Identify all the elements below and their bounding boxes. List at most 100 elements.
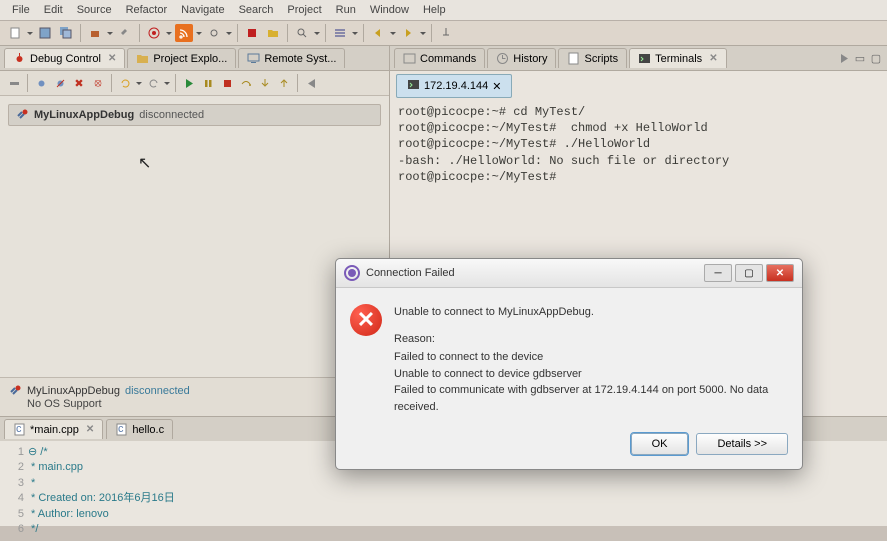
commands-icon [403, 52, 416, 65]
menu-project[interactable]: Project [287, 4, 321, 16]
tab-label: *main.cpp [30, 424, 79, 436]
run-icon[interactable] [837, 51, 851, 65]
menu-help[interactable]: Help [423, 4, 446, 16]
dropdown-icon[interactable] [136, 74, 142, 92]
left-view-tabs: Debug Control ✕ Project Explo... Remote … [0, 46, 389, 71]
stop-icon[interactable] [243, 24, 261, 42]
pin-icon[interactable] [437, 24, 455, 42]
hammer-icon[interactable] [116, 24, 134, 42]
debug-tree: MyLinuxAppDebug disconnected [0, 96, 389, 377]
dropdown-icon[interactable] [314, 24, 320, 42]
debug-target-item[interactable]: MyLinuxAppDebug disconnected [8, 104, 381, 126]
menu-file[interactable]: File [12, 4, 30, 16]
target-icon[interactable] [145, 24, 163, 42]
reason-line: Failed to connect to the device [394, 349, 788, 366]
new-file-icon[interactable] [6, 24, 24, 42]
menu-edit[interactable]: Edit [44, 4, 63, 16]
remove-all-icon[interactable]: ⦻ [90, 75, 106, 91]
terminal-icon [407, 78, 420, 94]
tab-terminals[interactable]: Terminals ✕ [629, 48, 726, 68]
dropdown-icon[interactable] [166, 24, 172, 42]
window-minimize-button[interactable]: ─ [704, 264, 732, 282]
tab-main-cpp[interactable]: c *main.cpp ✕ [4, 419, 103, 439]
dialog-heading: Unable to connect to MyLinuxAppDebug. [394, 304, 788, 321]
gear-icon[interactable] [205, 24, 223, 42]
tab-label: Scripts [584, 53, 618, 65]
tab-label: Terminals [655, 53, 702, 65]
minimize-view-icon[interactable]: ▭ [853, 51, 867, 65]
search-icon[interactable] [293, 24, 311, 42]
menu-navigate[interactable]: Navigate [181, 4, 224, 16]
restart-icon[interactable] [117, 75, 133, 91]
forward-icon[interactable] [399, 24, 417, 42]
tab-debug-control[interactable]: Debug Control ✕ [4, 48, 125, 68]
error-icon: ✕ [350, 304, 382, 336]
close-icon[interactable]: ✕ [709, 53, 717, 64]
breakpoint-icon[interactable] [33, 75, 49, 91]
status-name: MyLinuxAppDebug [27, 385, 120, 397]
monitor-icon [247, 52, 260, 65]
step-over-icon[interactable] [238, 75, 254, 91]
dropdown-icon[interactable] [27, 24, 33, 42]
save-icon[interactable] [36, 24, 54, 42]
remove-icon[interactable]: ✖ [71, 75, 87, 91]
tab-commands[interactable]: Commands [394, 48, 485, 68]
history-icon [496, 52, 509, 65]
dropdown-icon[interactable] [420, 24, 426, 42]
debug-toolbar: ✖ ⦻ [0, 71, 389, 96]
window-close-button[interactable]: ✕ [766, 264, 794, 282]
dialog-titlebar[interactable]: Connection Failed ─ ▢ ✕ [336, 259, 802, 288]
skip-icon[interactable] [52, 75, 68, 91]
tab-scripts[interactable]: Scripts [558, 48, 627, 68]
pause-icon[interactable] [200, 75, 216, 91]
reason-label: Reason: [394, 331, 788, 348]
collapse-icon[interactable] [6, 75, 22, 91]
tab-project-explorer[interactable]: Project Explo... [127, 48, 236, 68]
window-maximize-button[interactable]: ▢ [735, 264, 763, 282]
save-all-icon[interactable] [57, 24, 75, 42]
dropdown-icon[interactable] [390, 24, 396, 42]
menu-run[interactable]: Run [336, 4, 356, 16]
reset-icon[interactable] [145, 75, 161, 91]
build-icon[interactable] [86, 24, 104, 42]
reason-line: Failed to communicate with gdbserver at … [394, 382, 788, 415]
tab-remote-systems[interactable]: Remote Syst... [238, 48, 345, 68]
cpp-file-icon: c [13, 423, 26, 436]
close-icon[interactable]: ✕ [108, 53, 116, 64]
disconnected-icon [15, 108, 29, 122]
right-view-tabs: Commands History Scripts Terminals ✕ ▭ ▢ [390, 46, 887, 71]
folder-open-icon[interactable] [264, 24, 282, 42]
stop-icon[interactable] [219, 75, 235, 91]
tab-label: Debug Control [30, 53, 101, 65]
play-icon[interactable] [181, 75, 197, 91]
close-icon[interactable]: ✕ [492, 80, 501, 93]
main-toolbar [0, 21, 887, 46]
menu-refactor[interactable]: Refactor [126, 4, 168, 16]
dropdown-icon[interactable] [196, 24, 202, 42]
tab-hello-c[interactable]: chello.c [106, 419, 173, 439]
step-out-icon[interactable] [276, 75, 292, 91]
ok-button[interactable]: OK [631, 433, 689, 455]
debug-status-pane: MyLinuxAppDebug disconnected No OS Suppo… [0, 377, 389, 416]
dropdown-icon[interactable] [352, 24, 358, 42]
terminal-icon [638, 52, 651, 65]
connection-failed-dialog: Connection Failed ─ ▢ ✕ ✕ Unable to conn… [335, 258, 803, 470]
menu-bar: File Edit Source Refactor Navigate Searc… [0, 0, 887, 21]
terminal-session-tab[interactable]: 172.19.4.144 ✕ [396, 74, 512, 98]
menu-window[interactable]: Window [370, 4, 409, 16]
rss-icon[interactable] [175, 24, 193, 42]
details-button[interactable]: Details >> [696, 433, 788, 455]
close-icon[interactable]: ✕ [86, 424, 94, 435]
dropdown-icon[interactable] [226, 24, 232, 42]
menu-source[interactable]: Source [77, 4, 112, 16]
dropdown-icon[interactable] [107, 24, 113, 42]
tab-history[interactable]: History [487, 48, 556, 68]
step-into-icon[interactable] [257, 75, 273, 91]
reverse-icon[interactable] [303, 75, 319, 91]
maximize-view-icon[interactable]: ▢ [869, 51, 883, 65]
dropdown-icon[interactable] [164, 74, 170, 92]
back-icon[interactable] [369, 24, 387, 42]
menu-search[interactable]: Search [239, 4, 274, 16]
outline-icon[interactable] [331, 24, 349, 42]
tab-label: Project Explo... [153, 53, 227, 65]
